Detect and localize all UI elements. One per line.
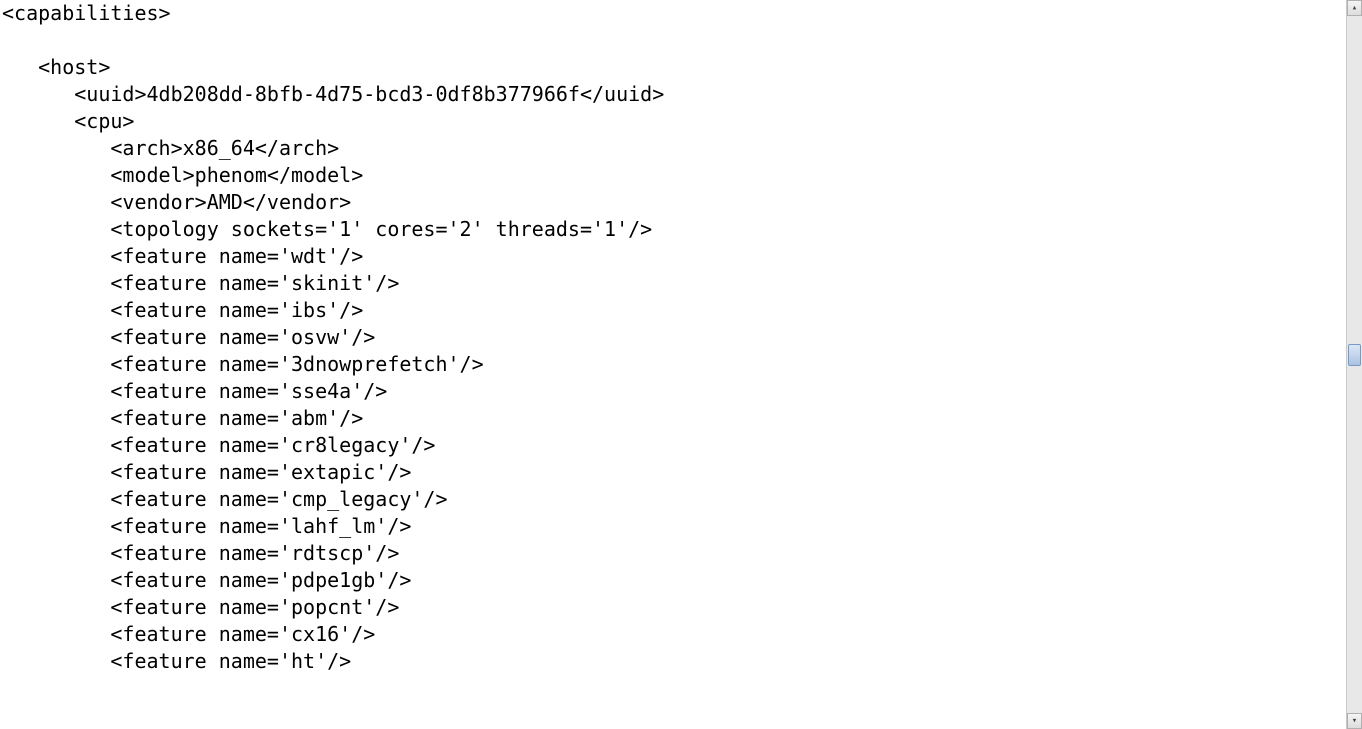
scrollbar-thumb[interactable] <box>1348 344 1361 366</box>
scroll-up-arrow-icon[interactable]: ▴ <box>1347 0 1362 16</box>
scroll-down-arrow-icon[interactable]: ▾ <box>1347 713 1362 729</box>
xml-content: <capabilities> <host> <uuid>4db208dd-8bf… <box>0 0 1346 729</box>
vertical-scrollbar[interactable]: ▴ ▾ <box>1346 0 1362 729</box>
scrollbar-track[interactable] <box>1347 16 1362 713</box>
